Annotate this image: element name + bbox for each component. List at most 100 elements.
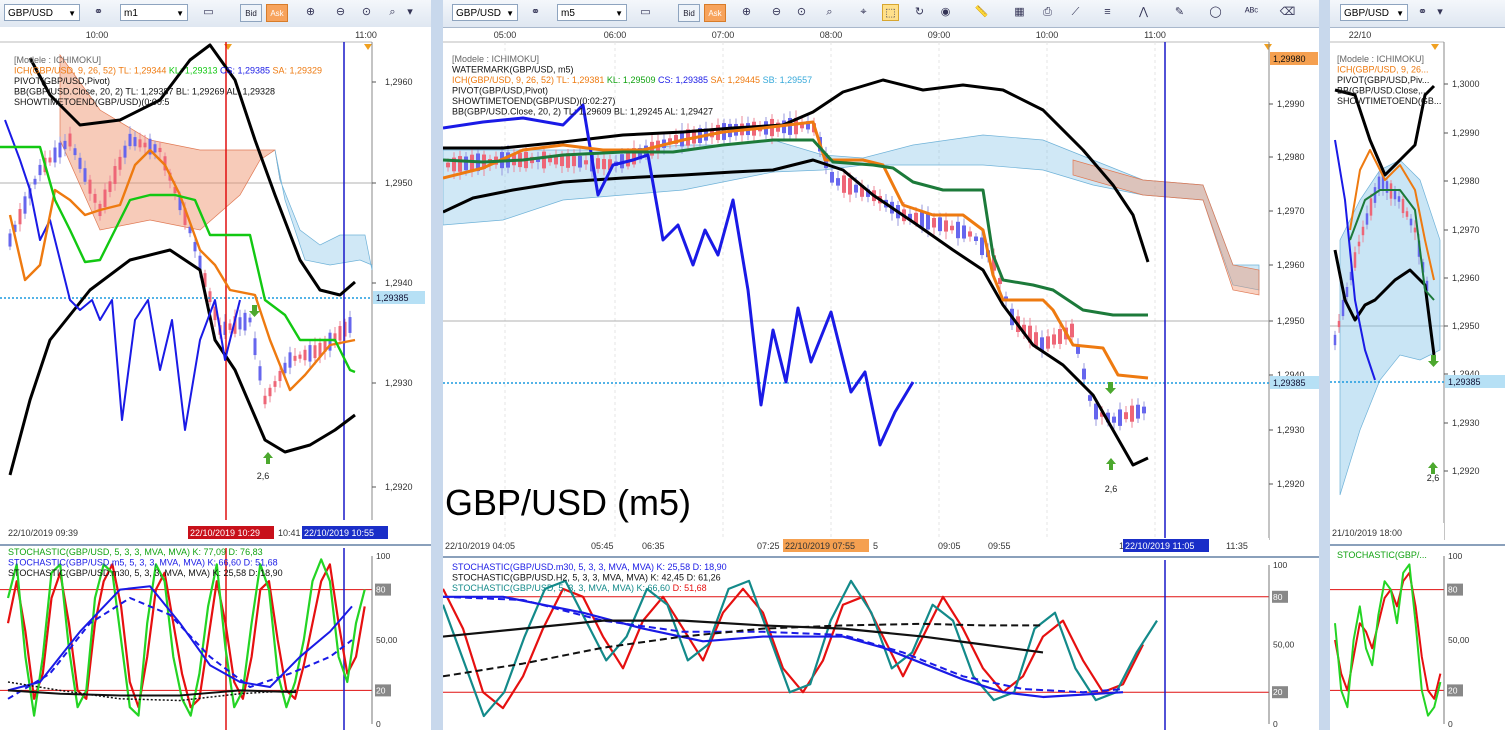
legend-line: STOCHASTIC(GBP/... — [1337, 550, 1427, 560]
time-label: 05:45 — [591, 541, 614, 551]
chart-canvas-left[interactable]: 10:00 11:00 1,2960 1,2950 1,2940 1,2930 1,2920… — [0, 0, 431, 730]
candle — [128, 133, 132, 147]
time-tick-label: 07:00 — [712, 30, 735, 40]
legend-part: SA: 1,29445 — [708, 75, 760, 85]
legend-line: PIVOT(GBP/USD,Piv... — [1337, 75, 1429, 85]
candle — [138, 139, 142, 148]
candle — [848, 178, 852, 195]
candle — [944, 220, 948, 232]
candle — [273, 381, 277, 387]
candle — [208, 291, 212, 303]
legend-line: WATERMARK(GBP/USD, m5) — [452, 65, 574, 75]
candle — [18, 209, 22, 225]
candle — [103, 189, 107, 208]
candle — [143, 142, 147, 148]
legend-line: [Modele : ICHIMOKU] — [14, 55, 101, 65]
legend-part: SB: 1,29557 — [760, 75, 812, 85]
stoch-tick-label: 100 — [376, 551, 390, 561]
time-label: 09:55 — [988, 541, 1011, 551]
candle — [464, 156, 468, 171]
stoch-tick-label: 0 — [1273, 719, 1278, 729]
time-marker — [1431, 44, 1439, 50]
candle — [33, 178, 37, 185]
candle — [83, 168, 87, 182]
candle — [1397, 196, 1401, 202]
legend-line: STOCHASTIC(GBP/USD, 5, 3, 3, MVA, MVA) K… — [452, 583, 707, 593]
candle — [974, 236, 978, 241]
candle — [68, 133, 72, 147]
candle — [1034, 332, 1038, 347]
candle — [1385, 181, 1389, 193]
candle — [193, 242, 197, 252]
candle — [228, 323, 232, 330]
stoch-tick-label: 100 — [1448, 551, 1462, 561]
stoch-tick-label: 20 — [376, 685, 386, 695]
chart-canvas-right[interactable]: 22/10 1,3000 1,2990 1,2980 1,2970 1,2960 1,295… — [1330, 0, 1505, 730]
time-label: 21/10/2019 18:00 — [1332, 528, 1402, 538]
candle — [1361, 226, 1365, 236]
legend-line: PIVOT(GBP/USD,Pivot) — [14, 76, 110, 86]
ichimoku-cloud-bull — [443, 134, 1260, 291]
candle — [572, 156, 576, 167]
chart-canvas-middle[interactable]: 05:00 06:00 07:00 08:00 09:00 10:00 11:00 1,299… — [443, 0, 1319, 730]
candle — [1341, 299, 1345, 317]
price-tick-label: 1,2970 — [1452, 225, 1480, 235]
legend-line: [Modele : ICHIMOKU] — [1337, 54, 1424, 64]
candle — [1409, 218, 1413, 226]
candle — [1070, 323, 1074, 338]
candle — [1393, 190, 1397, 200]
candle — [1365, 213, 1369, 225]
candle — [348, 317, 352, 333]
candle — [48, 157, 52, 163]
candle — [278, 370, 282, 382]
time-label: 22/10/2019 10:55 — [304, 528, 374, 538]
price-tick-label: 1,2980 — [1277, 152, 1305, 162]
candle — [283, 362, 287, 374]
legend-line: SHOWTIMETOEND(GB... — [1337, 96, 1441, 106]
chart-panel-right[interactable]: GBP/USD ▼ ⚭ ▾ 22/10 1,3000 1,2990 1,2980 1,29… — [1330, 0, 1505, 730]
legend-line: STOCHASTIC(GBP/USD.H2, 5, 3, 3, MVA, MVA… — [452, 573, 721, 583]
time-tick-label: 11:00 — [355, 30, 377, 40]
time-label: 09:05 — [938, 541, 961, 551]
price-tick-label: 1,2950 — [1452, 321, 1480, 331]
legend-line: SHOWTIMETOEND(GBP/USD)(0:02:27) — [452, 96, 615, 106]
signal-arrow-down — [1428, 355, 1439, 367]
candle — [253, 338, 257, 356]
legend-part: SA: 1,29329 — [270, 66, 322, 76]
price-tick-label: 1,2920 — [1277, 479, 1305, 489]
price-tick-label: 1,2960 — [1277, 260, 1305, 270]
legend-part: D: 51,68 — [670, 583, 707, 593]
candle — [303, 349, 307, 361]
price-tick-label: 1,2920 — [1452, 466, 1480, 476]
time-label: 22/10/2019 10:29 — [190, 528, 260, 538]
candle — [542, 151, 546, 169]
price-tick-label: 1,2970 — [1277, 206, 1305, 216]
candle — [1088, 395, 1092, 401]
legend-line: STOCHASTIC(GBP/USD.m30, 5, 3, 3, MVA, MV… — [452, 562, 727, 572]
candle — [118, 156, 122, 170]
time-label: 10:41 — [278, 528, 301, 538]
candle — [1130, 405, 1134, 422]
candle — [243, 312, 247, 331]
time-tick-label: 09:00 — [928, 30, 951, 40]
candle — [932, 218, 936, 228]
legend-line: [Modele : ICHIMOKU] — [452, 54, 539, 64]
chart-panel-left[interactable]: GBP/USD ▼ ⚭ m1 ▼ ▭ Bid Ask ⊕ ⊖ ⊙ ⌕ ▾ 10:00… — [0, 0, 431, 730]
signal-arrow-label: 2,6 — [1105, 484, 1118, 494]
candle — [8, 233, 12, 247]
legend-part: KL: 1,29313 — [166, 66, 217, 76]
candle — [1405, 211, 1409, 217]
candle — [950, 225, 954, 231]
candle — [584, 160, 588, 165]
candle — [113, 166, 117, 184]
candle — [602, 159, 606, 170]
price-tick-label: 1,2990 — [1452, 128, 1480, 138]
price-tick-label: 1,3000 — [1452, 79, 1480, 89]
stoch-tick-label: 50,00 — [1273, 640, 1295, 650]
chart-panel-middle[interactable]: GBP/USD ▼ ⚭ m5 ▼ ▭ Bid Ask ⊕ ⊖ ⊙ ⌕ ⌖ ⬚ ↻ ◉… — [443, 0, 1319, 730]
candle — [1058, 329, 1062, 344]
candle — [1333, 334, 1337, 346]
candle — [293, 355, 297, 361]
candle — [1136, 404, 1140, 419]
candle — [956, 221, 960, 239]
